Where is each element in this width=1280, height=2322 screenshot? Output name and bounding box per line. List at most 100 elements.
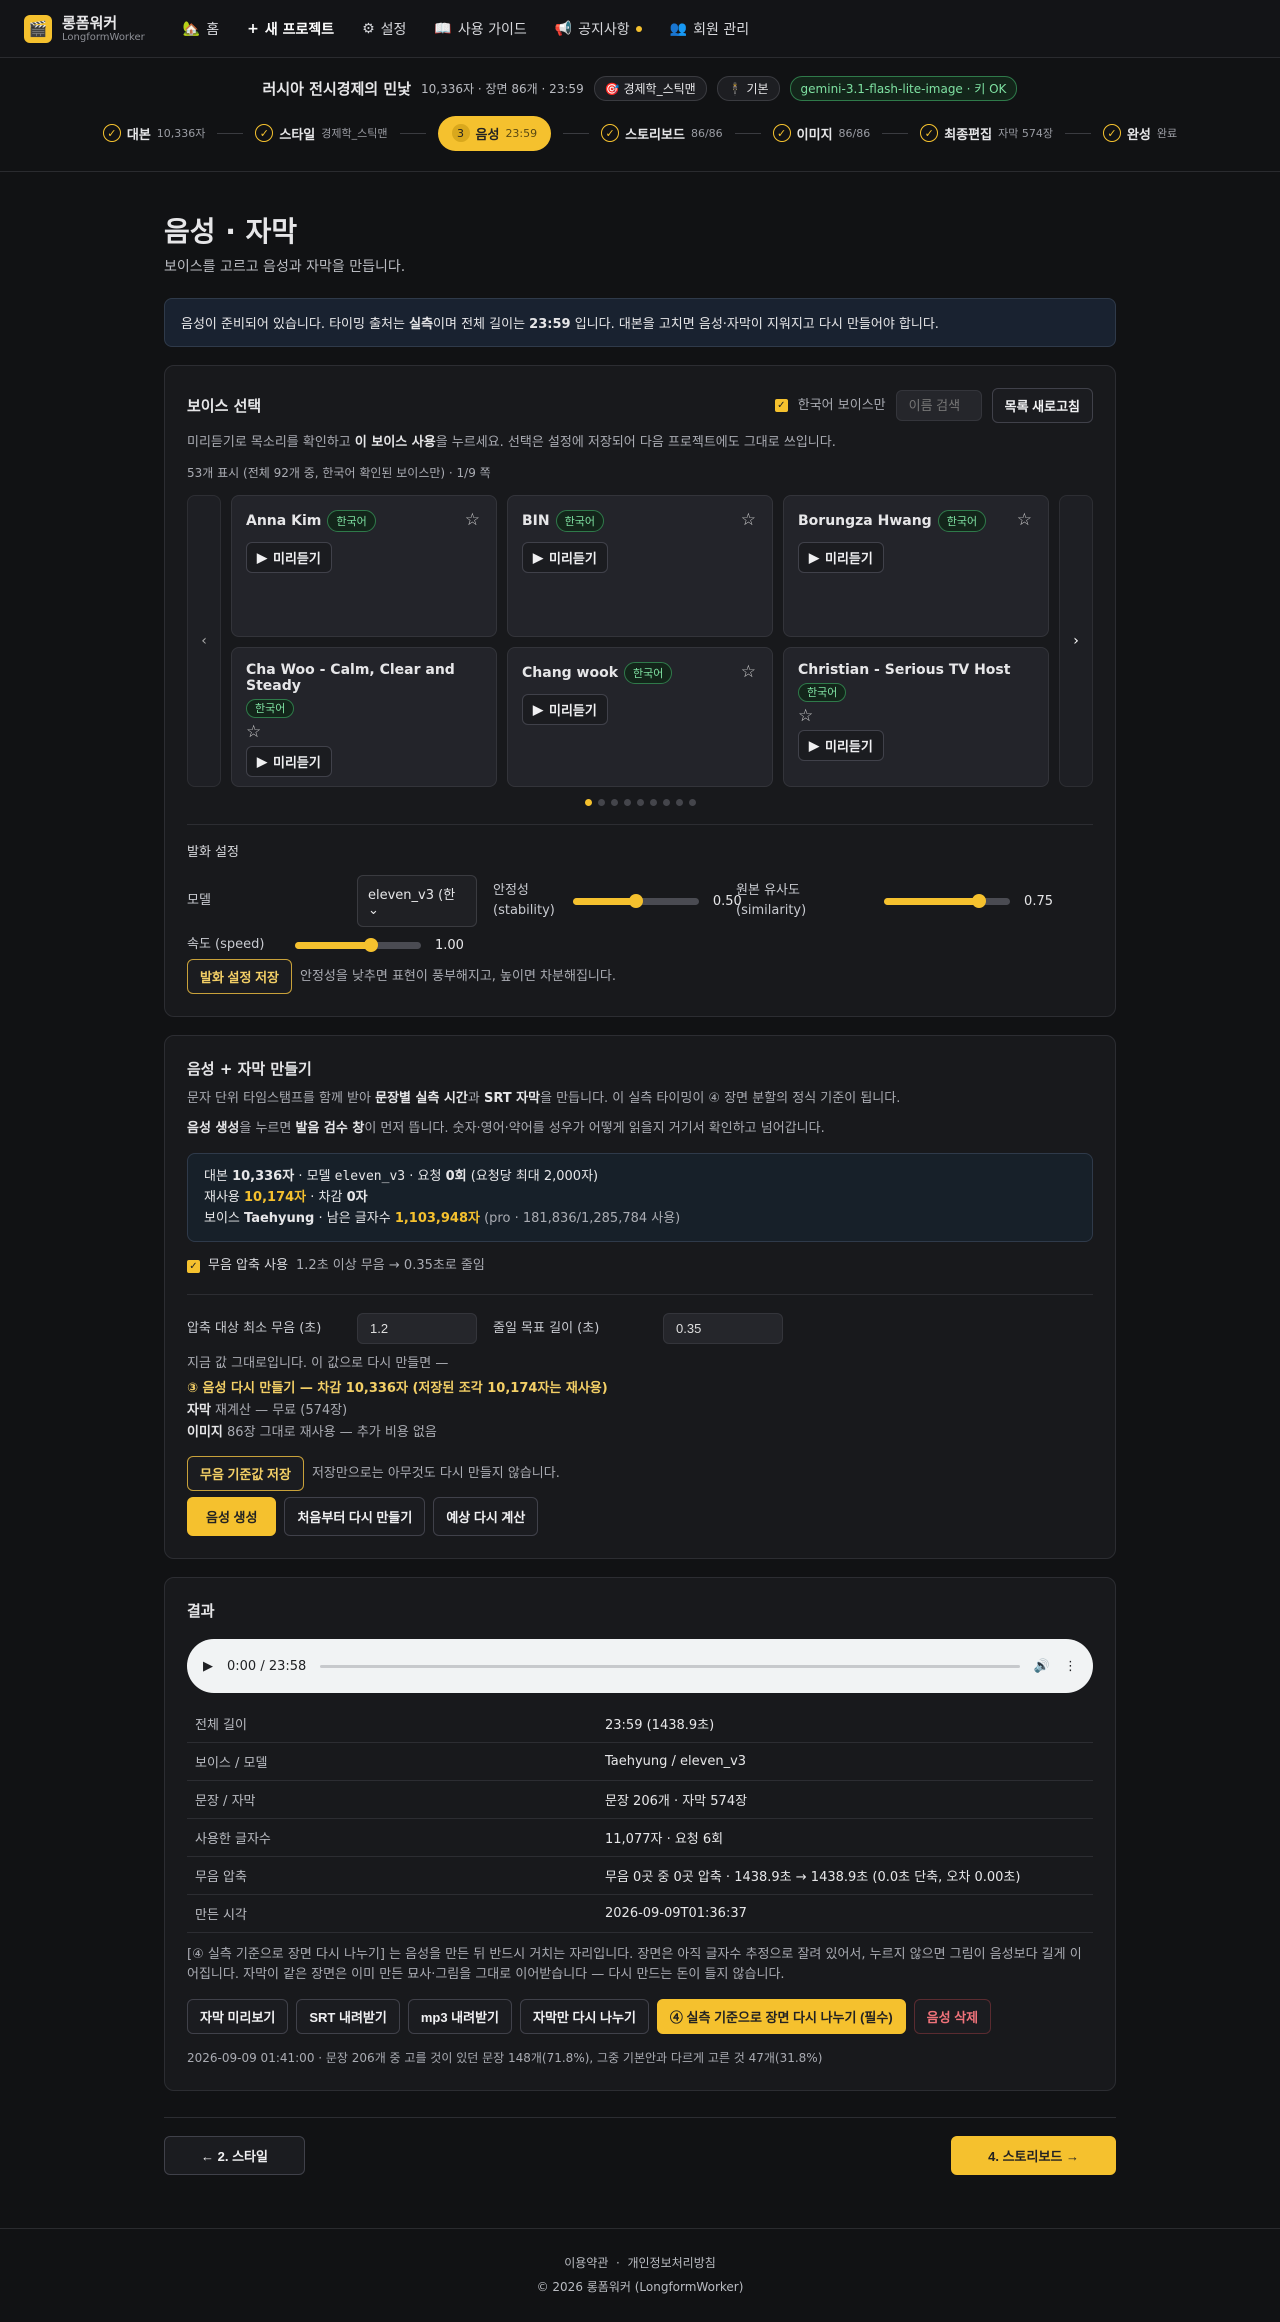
row-value: 무음 0곳 중 0곳 압축 · 1438.9초 → 1438.9초 (0.0초 …	[597, 1856, 1093, 1895]
page-dot[interactable]	[688, 799, 696, 806]
voice-name: BIN	[522, 513, 550, 529]
nav-home[interactable]: 🏡 홈	[183, 19, 219, 39]
voice-card[interactable]: Anna Kim 한국어 ☆ ▶ 미리듣기	[231, 495, 497, 637]
privacy-link[interactable]: 개인정보처리방침	[627, 2256, 715, 2270]
character-chip[interactable]: 🕴 기본	[716, 76, 780, 101]
voice-card[interactable]: Chang wook 한국어 ☆ ▶ 미리듣기	[507, 647, 773, 787]
check-icon: ✓	[601, 124, 620, 142]
make-desc-1: 문자 단위 타임스탬프를 함께 받아 문장별 실측 시간과 SRT 자막을 만듭…	[187, 1089, 1093, 1109]
preview-button[interactable]: ▶ 미리듣기	[246, 542, 332, 573]
terms-link[interactable]: 이용약관	[564, 2256, 608, 2270]
preview-button[interactable]: ▶ 미리듣기	[522, 694, 608, 725]
regenerate-button[interactable]: 처음부터 다시 만들기	[284, 1497, 426, 1536]
stability-slider[interactable]: 0.50	[572, 893, 742, 909]
page-dot[interactable]	[662, 799, 670, 806]
model-select[interactable]: eleven_v3 (한 ⌄	[357, 875, 477, 927]
next-step-button[interactable]: 4. 스토리보드 →	[951, 2136, 1116, 2175]
star-icon[interactable]: ☆	[246, 722, 482, 742]
row-value: 11,077자 · 요청 6회	[597, 1818, 1093, 1857]
save-silence-button[interactable]: 무음 기준값 저장	[187, 1456, 304, 1491]
nav-settings[interactable]: ⚙ 설정	[362, 19, 406, 39]
gear-icon: ⚙	[362, 20, 375, 37]
voice-card[interactable]: Cha Woo - Calm, Clear and Steady 한국어 ☆ ▶ 미리듣…	[231, 647, 497, 787]
voice-card[interactable]: BIN 한국어 ☆ ▶ 미리듣기	[507, 495, 773, 637]
generate-voice-button[interactable]: 음성 생성	[187, 1497, 277, 1536]
mp3-download-button[interactable]: mp3 내려받기	[407, 1999, 513, 2034]
slider-thumb[interactable]	[628, 893, 643, 908]
step-done[interactable]: ✓ 완성 완료	[1102, 124, 1177, 143]
slider-track[interactable]	[572, 893, 699, 908]
star-icon[interactable]: ☆	[1017, 510, 1032, 530]
speed-slider[interactable]: 1.00	[295, 937, 464, 953]
delete-voice-button[interactable]: 음성 삭제	[913, 1999, 992, 2034]
slider-track[interactable]	[884, 893, 1011, 908]
step-voice[interactable]: 3 음성 23:59	[437, 115, 552, 151]
similarity-slider[interactable]: 0.75	[884, 893, 1053, 909]
target-length-input[interactable]	[663, 1313, 783, 1344]
speed-label: 속도 (speed)	[187, 937, 265, 952]
play-icon: ▶	[257, 549, 267, 565]
play-icon: ▶	[533, 701, 543, 717]
step-label: 이미지	[796, 127, 833, 143]
brand-logo[interactable]: 🎬 롱폼워커 LongformWorker	[24, 14, 145, 43]
audio-player[interactable]: ▶ 0:00 / 23:58 🔊 ⋮	[187, 1639, 1093, 1693]
min-silence-input[interactable]	[357, 1313, 477, 1344]
nav-members[interactable]: 👥 회원 관리	[670, 19, 749, 39]
voice-card[interactable]: Christian - Serious TV Host 한국어 ☆ ▶ 미리듣기	[783, 647, 1049, 787]
page-dot[interactable]	[623, 799, 631, 806]
style-chip[interactable]: 🎯 경제학_스틱맨	[593, 76, 707, 101]
star-icon[interactable]: ☆	[741, 510, 756, 530]
page-dot[interactable]	[610, 799, 618, 806]
page-dot[interactable]	[675, 799, 683, 806]
prev-step-button[interactable]: ← 2. 스타일	[164, 2136, 305, 2175]
step-image[interactable]: ✓ 이미지 86/86	[772, 124, 870, 143]
subtitle-preview-button[interactable]: 자막 미리보기	[187, 1999, 289, 2034]
star-icon[interactable]: ☆	[798, 706, 1034, 726]
voice-search-input[interactable]	[895, 390, 982, 421]
slider-thumb[interactable]	[363, 937, 378, 952]
chevron-right-icon[interactable]: ›	[1059, 495, 1093, 787]
page-dot[interactable]	[649, 799, 657, 806]
preview-button[interactable]: ▶ 미리듣기	[798, 730, 884, 761]
step-storyboard[interactable]: ✓ 스토리보드 86/86	[601, 124, 723, 143]
row-label: 문장 / 자막	[187, 1780, 597, 1819]
chevron-left-icon[interactable]: ‹	[187, 495, 221, 787]
regen-estimate: ③ 음성 다시 만들기 — 차감 10,336자 (저장된 조각 10,174자…	[187, 1378, 1093, 1444]
volume-icon[interactable]: 🔊	[1034, 1659, 1050, 1674]
preview-button[interactable]: ▶ 미리듣기	[246, 746, 332, 777]
slider-track[interactable]	[295, 937, 421, 952]
page-dot[interactable]	[636, 799, 644, 806]
preview-button[interactable]: ▶ 미리듣기	[798, 542, 884, 573]
page-dot[interactable]	[584, 799, 592, 806]
voice-card[interactable]: Borungza Hwang 한국어 ☆ ▶ 미리듣기	[783, 495, 1049, 637]
step-final-edit[interactable]: ✓ 최종편집 자막 574장	[920, 124, 1053, 143]
nav-new-project[interactable]: + 새 프로젝트	[247, 19, 334, 39]
slider-fill	[572, 897, 636, 905]
audio-progress[interactable]	[320, 1664, 1020, 1668]
estimate-bold: 이미지	[187, 1425, 223, 1440]
notice-bold: 실측	[409, 317, 434, 332]
step-script[interactable]: ✓ 대본 10,336자	[102, 124, 205, 143]
resplit-subtitle-button[interactable]: 자막만 다시 나누기	[520, 1999, 649, 2034]
nav-guide[interactable]: 📖 사용 가이드	[434, 19, 526, 39]
srt-download-button[interactable]: SRT 내려받기	[296, 1999, 400, 2034]
silence-checkbox[interactable]: ✓	[187, 1259, 200, 1273]
korean-only-label: 한국어 보이스만	[797, 397, 886, 413]
recalc-estimate-button[interactable]: 예상 다시 계산	[433, 1497, 539, 1536]
resplit-scenes-button[interactable]: ④ 실측 기준으로 장면 다시 나누기 (필수)	[656, 1999, 906, 2034]
korean-only-checkbox[interactable]: ✓	[774, 399, 788, 412]
save-speech-button[interactable]: 발화 설정 저장	[187, 959, 292, 994]
play-icon[interactable]: ▶	[203, 1659, 213, 1674]
preview-button[interactable]: ▶ 미리듣기	[522, 542, 608, 573]
step-label: 스타일	[279, 127, 316, 143]
slider-thumb[interactable]	[971, 893, 986, 908]
more-vertical-icon[interactable]: ⋮	[1064, 1659, 1077, 1674]
nav-label: 회원 관리	[693, 21, 750, 38]
nav-notice[interactable]: 📢 공지사항	[555, 19, 642, 39]
page-dot[interactable]	[597, 799, 605, 806]
star-icon[interactable]: ☆	[741, 662, 756, 682]
refresh-list-button[interactable]: 목록 새로고침	[991, 388, 1093, 423]
info-model: eleven_v3	[334, 1169, 406, 1184]
star-icon[interactable]: ☆	[465, 510, 480, 530]
step-style[interactable]: ✓ 스타일 경제학_스틱맨	[255, 124, 388, 143]
